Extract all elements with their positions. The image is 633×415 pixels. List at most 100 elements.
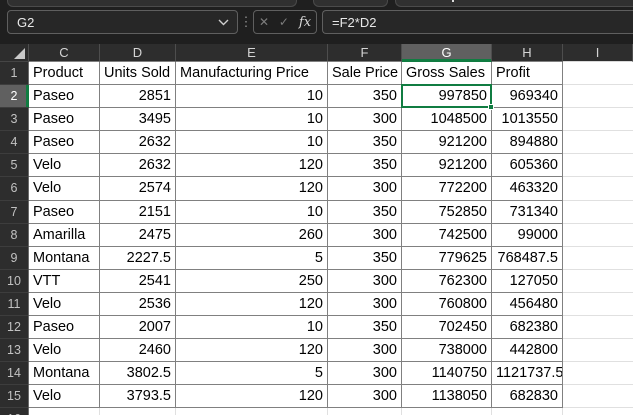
cell-E12[interactable]: 10 — [176, 316, 328, 340]
cell-C6[interactable]: Velo — [29, 177, 100, 201]
cell-I10[interactable] — [563, 269, 633, 293]
enter-icon[interactable]: ✓ — [279, 16, 289, 28]
cell-I4[interactable] — [563, 131, 633, 155]
cell-H8[interactable]: 99000 — [492, 223, 563, 247]
cell-D14[interactable]: 3802.5 — [100, 362, 176, 386]
row-header-3[interactable]: 3 — [0, 108, 29, 132]
cell-G7[interactable]: 752850 — [402, 200, 492, 224]
cell-H12[interactable]: 682380 — [492, 316, 563, 340]
cell-C10[interactable]: VTT — [29, 269, 100, 293]
formula-bar[interactable]: =F2*D2 — [322, 10, 633, 34]
cell-G11[interactable]: 760800 — [402, 292, 492, 317]
row-header-16[interactable]: 16 — [0, 408, 29, 415]
cell-H9[interactable]: 768487.5 — [492, 246, 563, 270]
cell-D15[interactable]: 3793.5 — [100, 385, 176, 409]
cell-F11[interactable]: 300 — [328, 292, 402, 317]
cell-F5[interactable]: 350 — [328, 154, 402, 178]
cell-G6[interactable]: 772200 — [402, 177, 492, 201]
cell-F9[interactable]: 350 — [328, 246, 402, 270]
cell-D6[interactable]: 2574 — [100, 177, 176, 201]
cell-H13[interactable]: 442800 — [492, 339, 563, 363]
insert-function-icon[interactable]: fx — [299, 15, 311, 30]
cell-G2[interactable]: 997850 — [401, 84, 494, 111]
cell-H11[interactable]: 456480 — [492, 292, 563, 317]
cell-D11[interactable]: 2536 — [100, 292, 176, 317]
cell-G10[interactable]: 762300 — [402, 269, 492, 293]
cell-I6[interactable] — [563, 177, 633, 201]
row-header-2[interactable]: 2 — [0, 85, 29, 109]
cell-C11[interactable]: Velo — [29, 292, 100, 317]
cell-D10[interactable]: 2541 — [100, 269, 176, 293]
cell-G16[interactable] — [402, 408, 492, 415]
cell-F7[interactable]: 350 — [328, 200, 402, 224]
cell-F15[interactable]: 300 — [328, 385, 402, 409]
cell-G8[interactable]: 742500 — [402, 223, 492, 247]
cell-I13[interactable] — [563, 339, 633, 363]
cell-C2[interactable]: Paseo — [29, 85, 100, 109]
cell-F6[interactable]: 300 — [328, 177, 402, 201]
cell-I14[interactable] — [563, 362, 633, 386]
row-header-1[interactable]: 1 — [0, 62, 29, 86]
cell-H2[interactable]: 969340 — [492, 85, 563, 109]
cell-F10[interactable]: 300 — [328, 269, 402, 293]
row-header-7[interactable]: 7 — [0, 200, 29, 224]
cell-D9[interactable]: 2227.5 — [100, 246, 176, 270]
row-header-13[interactable]: 13 — [0, 339, 29, 363]
cell-E16[interactable] — [176, 408, 328, 415]
row-header-11[interactable]: 11 — [0, 292, 29, 317]
cell-H3[interactable]: 1013550 — [492, 108, 563, 132]
cell-F2[interactable]: 350 — [328, 85, 402, 109]
cell-D16[interactable] — [100, 408, 176, 415]
row-header-10[interactable]: 10 — [0, 269, 29, 293]
row-header-8[interactable]: 8 — [0, 223, 29, 247]
cell-I7[interactable] — [563, 200, 633, 224]
cell-D12[interactable]: 2007 — [100, 316, 176, 340]
column-header-I[interactable]: I — [563, 44, 633, 62]
row-header-5[interactable]: 5 — [0, 154, 29, 178]
cell-I3[interactable] — [563, 108, 633, 132]
cell-H14[interactable]: 1121737.5 — [492, 362, 563, 386]
row-header-9[interactable]: 9 — [0, 246, 29, 270]
row-header-12[interactable]: 12 — [0, 316, 29, 340]
cell-F1[interactable]: Sale Price — [328, 62, 402, 86]
row-header-4[interactable]: 4 — [0, 131, 29, 155]
cell-F12[interactable]: 350 — [328, 316, 402, 340]
cell-E8[interactable]: 260 — [176, 223, 328, 247]
cell-E15[interactable]: 120 — [176, 385, 328, 409]
cell-I9[interactable] — [563, 246, 633, 270]
cell-H4[interactable]: 894880 — [492, 131, 563, 155]
row-header-6[interactable]: 6 — [0, 177, 29, 201]
cell-E7[interactable]: 10 — [176, 200, 328, 224]
cell-H16[interactable] — [492, 408, 563, 415]
cell-E10[interactable]: 250 — [176, 269, 328, 293]
column-header-F[interactable]: F — [328, 44, 402, 62]
cell-F3[interactable]: 300 — [328, 108, 402, 132]
cell-C14[interactable]: Montana — [29, 362, 100, 386]
cell-I8[interactable] — [563, 223, 633, 247]
cell-I11[interactable] — [563, 292, 633, 317]
cell-H7[interactable]: 731340 — [492, 200, 563, 224]
cell-E3[interactable]: 10 — [176, 108, 328, 132]
cell-C13[interactable]: Velo — [29, 339, 100, 363]
cell-E1[interactable]: Manufacturing Price — [176, 62, 328, 86]
cell-C7[interactable]: Paseo — [29, 200, 100, 224]
column-header-H[interactable]: H — [492, 44, 563, 62]
cell-C5[interactable]: Velo — [29, 154, 100, 178]
cell-C12[interactable]: Paseo — [29, 316, 100, 340]
cell-C3[interactable]: Paseo — [29, 108, 100, 132]
cell-C16[interactable] — [29, 408, 100, 415]
cell-I1[interactable] — [563, 62, 633, 86]
select-all-button[interactable] — [0, 44, 29, 62]
cell-D5[interactable]: 2632 — [100, 154, 176, 178]
cell-E14[interactable]: 5 — [176, 362, 328, 386]
cell-D2[interactable]: 2851 — [100, 85, 176, 109]
cell-H6[interactable]: 463320 — [492, 177, 563, 201]
column-header-E[interactable]: E — [176, 44, 328, 62]
cell-D7[interactable]: 2151 — [100, 200, 176, 224]
cancel-icon[interactable]: ✕ — [259, 16, 269, 28]
row-header-14[interactable]: 14 — [0, 362, 29, 386]
cell-E13[interactable]: 120 — [176, 339, 328, 363]
cell-F13[interactable]: 300 — [328, 339, 402, 363]
cell-I2[interactable] — [563, 85, 633, 109]
cell-H15[interactable]: 682830 — [492, 385, 563, 409]
